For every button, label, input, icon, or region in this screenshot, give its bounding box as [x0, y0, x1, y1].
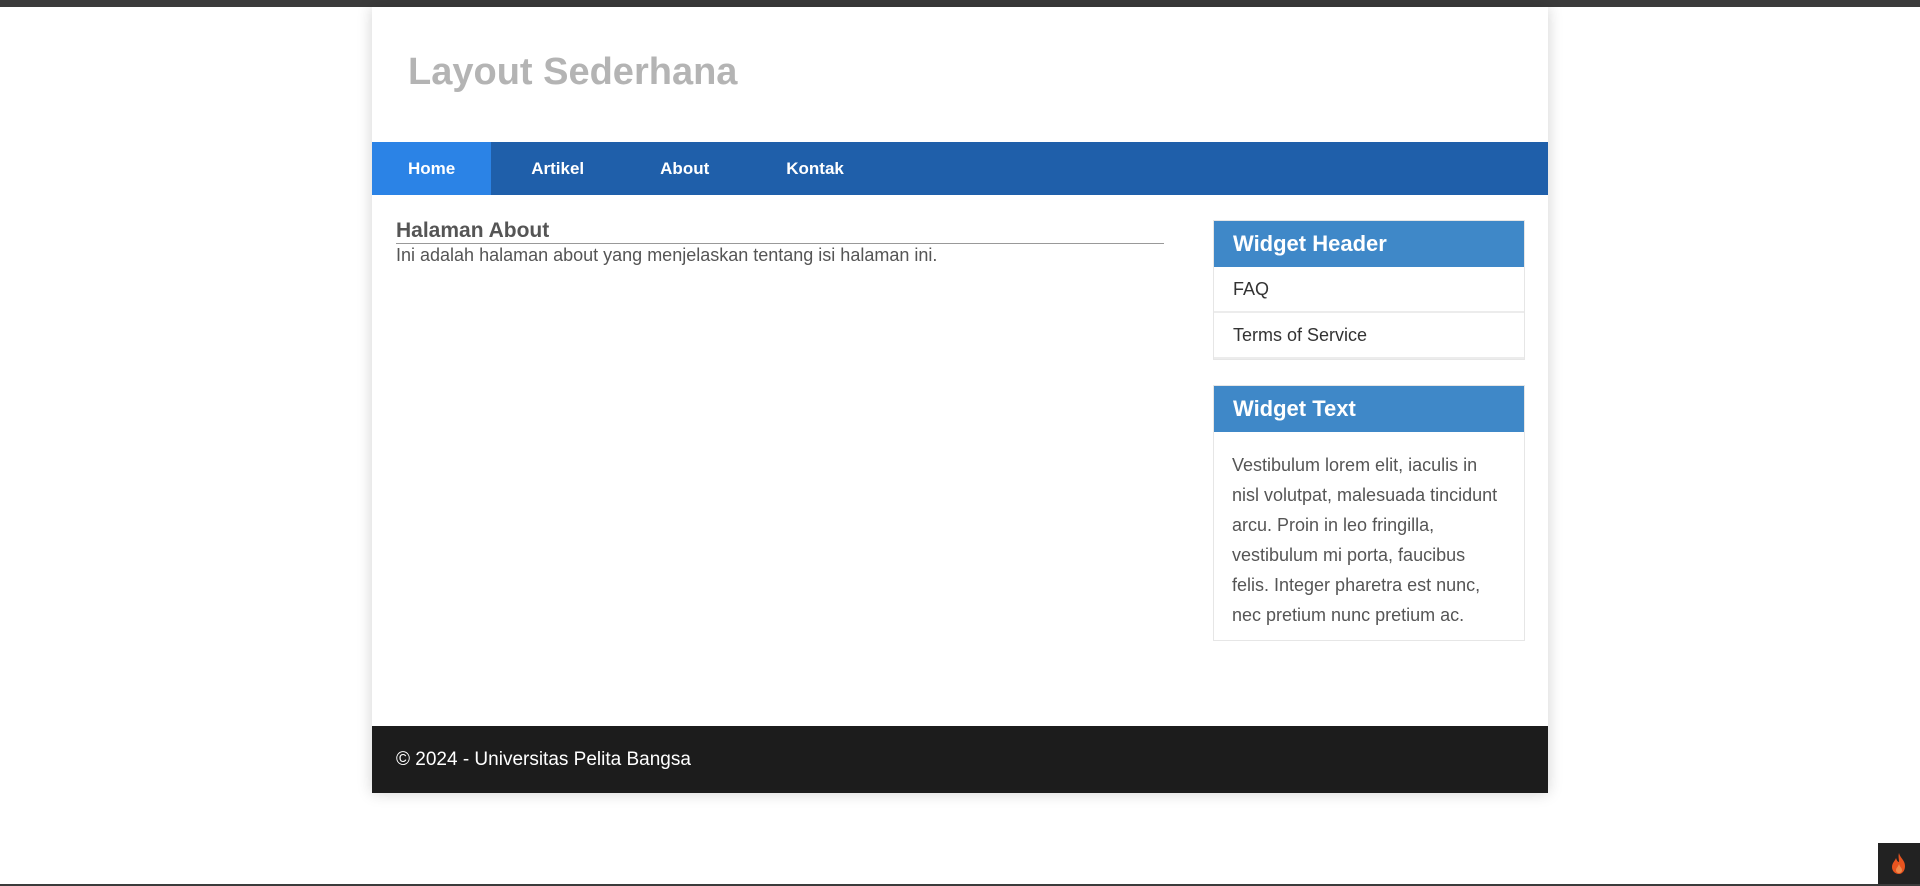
widget-text-title: Widget Text	[1214, 386, 1524, 432]
page-heading: Halaman About	[396, 219, 1164, 244]
site-header: Layout Sederhana	[372, 7, 1548, 142]
fire-icon	[1892, 853, 1905, 874]
site-title: Layout Sederhana	[408, 51, 738, 93]
content-area: Halaman About Ini adalah halaman about y…	[372, 195, 1548, 726]
widget-link-terms[interactable]: Terms of Service	[1214, 313, 1524, 359]
page-description: Ini adalah halaman about yang menjelaska…	[396, 245, 938, 265]
nav-item-about[interactable]: About	[624, 142, 747, 195]
widget-text-body: Vestibulum lorem elit, iaculis in nisl v…	[1232, 455, 1498, 625]
main-content: Halaman About Ini adalah halaman about y…	[396, 219, 1164, 266]
widget-link-list: FAQ Terms of Service	[1214, 267, 1524, 359]
sidebar: Widget Header FAQ Terms of Service Widge…	[1213, 220, 1525, 666]
top-bar	[0, 0, 1920, 7]
nav-item-kontak[interactable]: Kontak	[747, 142, 884, 195]
widget-header-box: Widget Header FAQ Terms of Service	[1213, 220, 1525, 360]
nav-item-artikel[interactable]: Artikel	[491, 142, 624, 195]
widget-link-faq[interactable]: FAQ	[1214, 267, 1524, 313]
main-nav: Home Artikel About Kontak	[372, 142, 1548, 195]
widget-header-title: Widget Header	[1214, 221, 1524, 267]
page-container: Layout Sederhana Home Artikel About Kont…	[372, 7, 1548, 793]
corner-fire-button[interactable]	[1878, 843, 1920, 886]
widget-text-box: Widget Text Vestibulum lorem elit, iacul…	[1213, 385, 1525, 641]
nav-item-home[interactable]: Home	[372, 142, 492, 195]
site-footer: © 2024 - Universitas Pelita Bangsa	[372, 726, 1548, 793]
